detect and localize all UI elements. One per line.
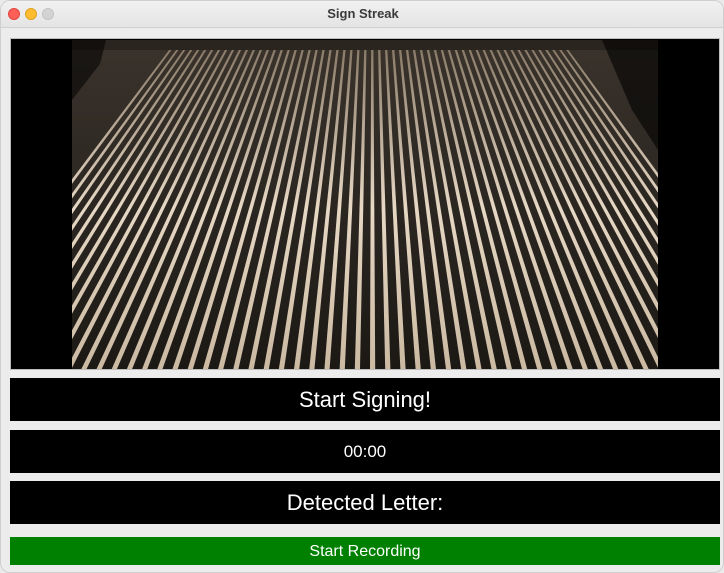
window-title: Sign Streak [327,6,399,21]
detected-letter-display: Detected Letter: [10,481,720,524]
camera-feed [10,38,720,370]
camera-feed-image [72,40,658,369]
app-window: Sign Streak Start Signing! 00:00 Detecte… [0,0,724,573]
slatted-ceiling-image [72,40,658,369]
status-message: Start Signing! [10,378,720,421]
timer-display: 00:00 [10,430,720,473]
title-bar: Sign Streak [1,1,723,28]
start-recording-button[interactable]: Start Recording [10,537,720,565]
